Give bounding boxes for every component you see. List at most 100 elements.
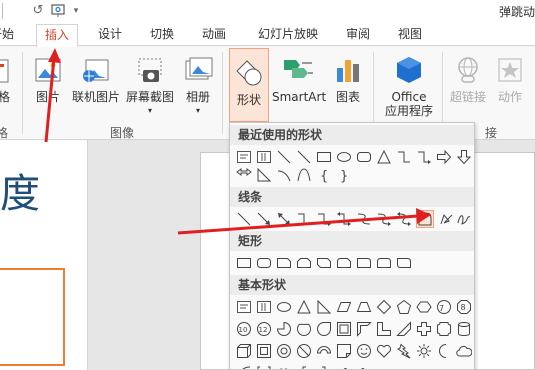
- curved-connector-shape-icon[interactable]: [356, 211, 372, 227]
- plaque-shape-icon[interactable]: [436, 321, 452, 337]
- qat-more-icon[interactable]: ▾: [68, 3, 84, 19]
- screenshot-button[interactable]: 屏幕截图 ▾: [124, 46, 176, 121]
- heptagon-shape-icon[interactable]: 7: [436, 299, 452, 315]
- album-button[interactable]: 相册 ▾: [180, 46, 216, 121]
- elbow-connector-shape-icon[interactable]: [396, 149, 412, 165]
- undo-icon[interactable]: ↺: [30, 3, 46, 19]
- line-shape-icon[interactable]: [276, 149, 292, 165]
- elbow-double-arrow-connector-shape-icon[interactable]: [336, 211, 352, 227]
- slide-thumbnail[interactable]: [0, 268, 65, 366]
- snip-diagonal-rectangle-shape-icon[interactable]: [316, 255, 332, 271]
- rounded-rectangle-shape-icon[interactable]: [356, 149, 372, 165]
- curve-shape-icon[interactable]: [276, 167, 292, 183]
- triangle-shape-icon[interactable]: [376, 149, 392, 165]
- picture-button[interactable]: 图片: [30, 46, 66, 121]
- tab-slideshow[interactable]: 幻灯片放映: [252, 24, 324, 46]
- tab-animations[interactable]: 动画: [196, 24, 232, 46]
- tab-review[interactable]: 审阅: [340, 24, 376, 46]
- vertical-textbox-shape-icon[interactable]: [256, 149, 272, 165]
- lr-arrow-shape-icon[interactable]: [236, 167, 252, 183]
- rectangle-shape-icon[interactable]: [316, 149, 332, 165]
- lightning-bolt-shape-icon[interactable]: [396, 343, 412, 359]
- curved-arrow-connector-shape-icon[interactable]: [376, 211, 392, 227]
- double-brace-shape-icon[interactable]: {}: [276, 365, 292, 369]
- cube-shape-icon[interactable]: [236, 343, 252, 359]
- triangle-shape-icon[interactable]: [296, 299, 312, 315]
- no-symbol-shape-icon[interactable]: [296, 343, 312, 359]
- elbow-arrow-connector-shape-icon[interactable]: [316, 211, 332, 227]
- line-shape-icon[interactable]: [296, 149, 312, 165]
- octagon-shape-icon[interactable]: 8: [456, 299, 472, 315]
- can-shape-icon[interactable]: [456, 321, 472, 337]
- bevel-shape-icon[interactable]: [256, 343, 272, 359]
- rtriangle-shape-icon[interactable]: [256, 167, 272, 183]
- action-button[interactable]: 动作: [492, 46, 528, 121]
- textbox-shape-icon[interactable]: [236, 299, 252, 315]
- screenshot-dropdown-icon[interactable]: ▾: [124, 104, 176, 118]
- diagonal-stripe-shape-icon[interactable]: [396, 321, 412, 337]
- l-shape-icon[interactable]: [376, 321, 392, 337]
- arc-shape-icon[interactable]: [236, 365, 252, 369]
- round-diagonal-rectangle-shape-icon[interactable]: [396, 255, 412, 271]
- cross-shape-icon[interactable]: [416, 321, 432, 337]
- pentagon-shape-icon[interactable]: [396, 299, 412, 315]
- dodecagon-shape-icon[interactable]: 12: [256, 321, 272, 337]
- pie-shape-icon[interactable]: [276, 321, 292, 337]
- down-arrow-shape-icon[interactable]: [456, 149, 472, 165]
- left-brace-shape-icon[interactable]: {: [336, 365, 352, 369]
- trapezoid-shape-icon[interactable]: [356, 299, 372, 315]
- snip-round-rectangle-shape-icon[interactable]: [336, 255, 352, 271]
- chart-button[interactable]: 图表: [330, 46, 366, 121]
- vertical-textbox-shape-icon[interactable]: [256, 299, 272, 315]
- block-arc-shape-icon[interactable]: [316, 343, 332, 359]
- tab-start[interactable]: 开始: [0, 24, 14, 46]
- sun-shape-icon[interactable]: [416, 343, 432, 359]
- frame-shape-icon[interactable]: [336, 321, 352, 337]
- double-arrow-line-shape-icon[interactable]: [276, 211, 292, 227]
- teardrop-shape-icon[interactable]: [316, 321, 332, 337]
- left-bracket-shape-icon[interactable]: [296, 365, 312, 369]
- moon-shape-icon[interactable]: [436, 343, 452, 359]
- chord-shape-icon[interactable]: [296, 321, 312, 337]
- cloud-shape-icon[interactable]: [456, 343, 472, 359]
- round-single-corner-rectangle-shape-icon[interactable]: [356, 255, 372, 271]
- freeform-shape-icon[interactable]: [438, 211, 454, 227]
- left-brace-shape-icon[interactable]: {: [316, 167, 332, 183]
- right-brace-shape-icon[interactable]: }: [336, 167, 352, 183]
- half-frame-shape-icon[interactable]: [356, 321, 372, 337]
- right-triangle-shape-icon[interactable]: [316, 299, 332, 315]
- hyperlink-button[interactable]: 超链接: [448, 46, 488, 121]
- curved-double-arrow-connector-shape-icon[interactable]: [396, 211, 412, 227]
- album-dropdown-icon[interactable]: ▾: [180, 104, 216, 118]
- arrow-line-shape-icon[interactable]: [256, 211, 272, 227]
- parallelogram-shape-icon[interactable]: [336, 299, 352, 315]
- snip-single-corner-rectangle-shape-icon[interactable]: [276, 255, 292, 271]
- tab-transitions[interactable]: 切换: [144, 24, 180, 46]
- right-brace-shape-icon[interactable]: }: [356, 365, 372, 369]
- donut-shape-icon[interactable]: [276, 343, 292, 359]
- double-bracket-shape-icon[interactable]: [256, 365, 272, 369]
- oval-shape-icon[interactable]: [336, 149, 352, 165]
- presenter-icon[interactable]: [50, 3, 66, 19]
- tab-insert[interactable]: 插入: [36, 24, 78, 47]
- tab-design[interactable]: 设计: [92, 24, 128, 46]
- hexagon-shape-icon[interactable]: [416, 299, 432, 315]
- partial-left-button[interactable]: 格: [0, 46, 14, 121]
- decagon-shape-icon[interactable]: 10: [236, 321, 252, 337]
- snip-same-side-rectangle-shape-icon[interactable]: [296, 255, 312, 271]
- line-shape-icon[interactable]: [236, 211, 252, 227]
- diamond-shape-icon[interactable]: [376, 299, 392, 315]
- smiley-face-shape-icon[interactable]: [356, 343, 372, 359]
- online-picture-button[interactable]: 联机图片: [70, 46, 122, 121]
- elbow-arrow-shape-icon[interactable]: [416, 149, 432, 165]
- elbow-connector-shape-icon[interactable]: [296, 211, 312, 227]
- textbox-shape-icon[interactable]: [236, 149, 252, 165]
- slide-title-text[interactable]: 度: [0, 170, 40, 218]
- rectangle-shape-icon[interactable]: [236, 255, 252, 271]
- arc-shape-icon[interactable]: [296, 167, 312, 183]
- oval-shape-icon[interactable]: [276, 299, 292, 315]
- round-same-side-rectangle-shape-icon[interactable]: [376, 255, 392, 271]
- scribble-shape-icon[interactable]: [456, 211, 472, 227]
- rounded-rectangle-shape-icon[interactable]: [256, 255, 272, 271]
- office-apps-button[interactable]: Office 应用程序: [380, 46, 438, 121]
